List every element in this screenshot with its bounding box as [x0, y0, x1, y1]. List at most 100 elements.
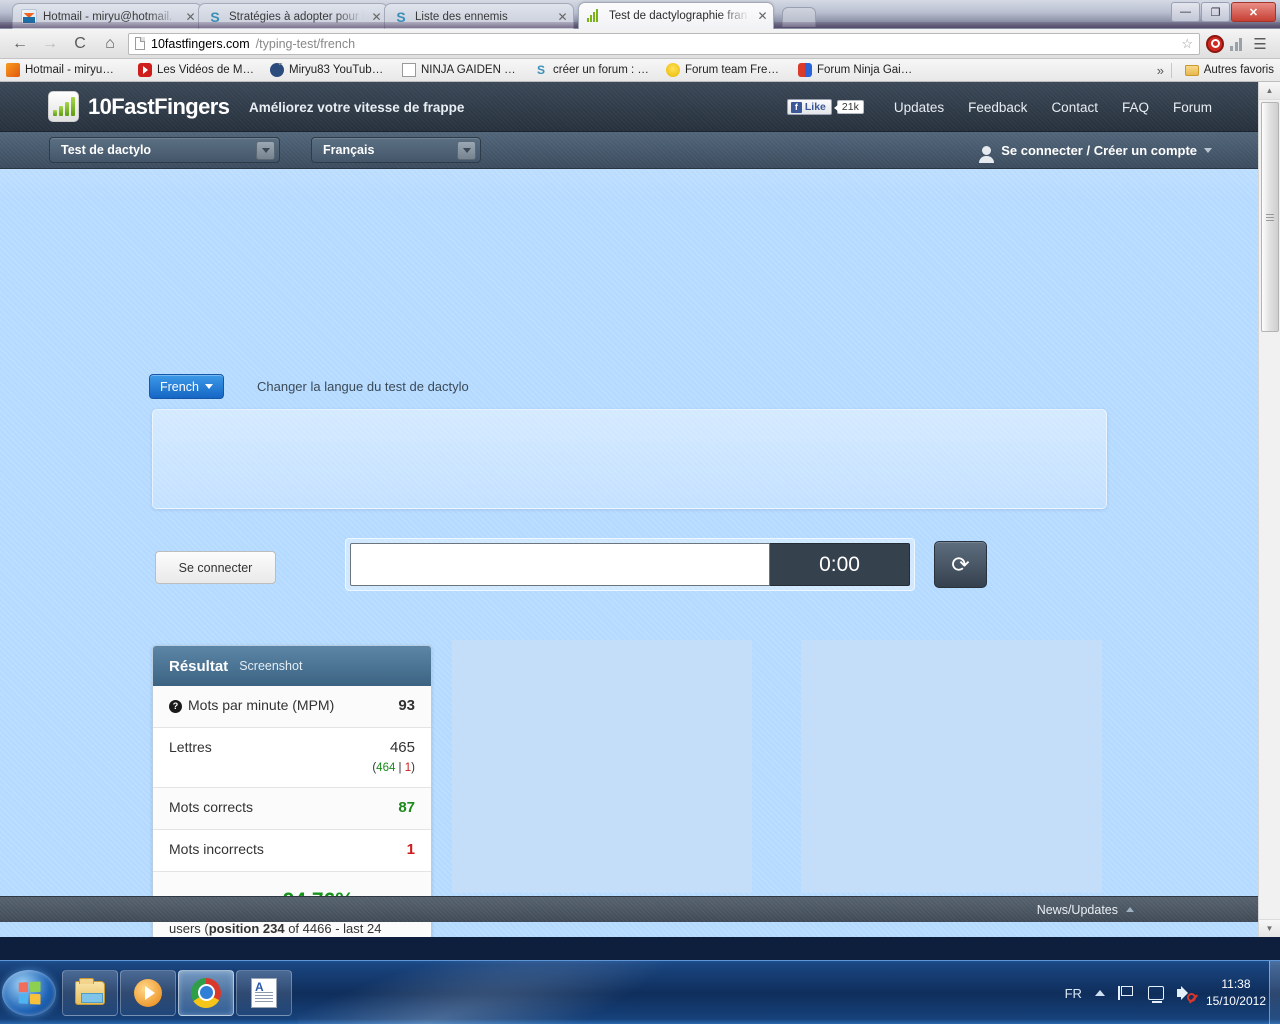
- bookmark-ninja-gaiden-3[interactable]: NINJA GAIDEN 3 | O...: [402, 63, 520, 77]
- extension-bars-icon[interactable]: [1230, 37, 1242, 51]
- close-window-button[interactable]: ✕: [1231, 2, 1276, 22]
- bookmark-star-icon[interactable]: ☆: [1181, 36, 1193, 52]
- result-panel: Résultat Screenshot ? Mots par minute (M…: [152, 645, 432, 937]
- chevron-down-icon[interactable]: [256, 140, 275, 160]
- scrollbar-thumb[interactable]: [1261, 102, 1279, 332]
- forward-icon[interactable]: →: [38, 33, 62, 55]
- hotmail-icon: [21, 8, 37, 25]
- close-icon[interactable]: ✕: [370, 10, 383, 24]
- nav-feedback[interactable]: Feedback: [968, 100, 1027, 115]
- browser-tab-strategies[interactable]: S Stratégies à adopter pour le ✕: [198, 3, 388, 29]
- scroll-down-arrow-icon[interactable]: ▼: [1259, 919, 1280, 937]
- language-select[interactable]: Français: [311, 137, 481, 163]
- address-bar[interactable]: 10fastfingers.com/typing-test/french ☆: [128, 32, 1200, 55]
- wordpad-icon: [251, 977, 277, 1008]
- bookmark-forum-ninja-gaiden[interactable]: Forum Ninja Gaiden...: [798, 63, 916, 77]
- taskbar-item-media-player[interactable]: [120, 969, 176, 1016]
- ad-placeholder-left: [452, 640, 752, 893]
- close-icon[interactable]: ✕: [756, 9, 769, 23]
- typing-input-row: 0:00: [345, 538, 915, 591]
- other-bookmarks-folder[interactable]: Autres favoris: [1184, 64, 1274, 76]
- spiral-icon: S: [536, 63, 545, 77]
- bookmark-miryu83-youtube[interactable]: Miryu83 YouTube St...: [270, 63, 388, 77]
- maximize-button[interactable]: ❐: [1201, 2, 1230, 22]
- language-dropdown-label: French: [160, 379, 199, 394]
- show-hidden-icons-icon[interactable]: [1094, 990, 1105, 996]
- home-icon[interactable]: ⌂: [98, 33, 122, 55]
- result-value: 465 (464 | 1): [372, 739, 415, 777]
- bookmark-forum-team-french[interactable]: Forum team French ...: [666, 63, 784, 77]
- page-scrollbar[interactable]: ▲ ▼: [1258, 82, 1280, 937]
- account-menu[interactable]: Se connecter / Créer un compte: [979, 132, 1212, 169]
- letters-correct: 464: [376, 761, 396, 774]
- chrome-menu-icon[interactable]: ☰: [1248, 33, 1272, 55]
- gamepad-icon: [798, 63, 812, 77]
- facebook-like-widget[interactable]: f Like 21k: [786, 99, 864, 115]
- taskbar-item-wordpad[interactable]: [236, 969, 292, 1016]
- web-page: 10FastFingers Améliorez votre vitesse de…: [0, 82, 1258, 937]
- news-updates-bar[interactable]: News/Updates: [0, 896, 1258, 922]
- chrome-icon: [191, 977, 221, 1008]
- scroll-up-arrow-icon[interactable]: ▲: [1259, 82, 1280, 100]
- chevron-down-icon[interactable]: [457, 140, 476, 160]
- bookmark-hotmail[interactable]: Hotmail - miryu@h...: [6, 63, 124, 77]
- screenshot-link[interactable]: Screenshot: [239, 659, 302, 673]
- restart-test-button[interactable]: ⟳: [934, 541, 987, 588]
- logo-text: 10FastFingers: [88, 93, 230, 119]
- start-button[interactable]: [2, 969, 56, 1016]
- typing-input[interactable]: [350, 543, 770, 586]
- adblock-icon[interactable]: [1206, 34, 1224, 53]
- minimize-button[interactable]: —: [1171, 2, 1200, 22]
- test-mode-select[interactable]: Test de dactylo: [49, 137, 280, 163]
- change-language-text: Changer la langue du test de dactylo: [257, 379, 469, 394]
- login-button[interactable]: Se connecter: [155, 551, 276, 584]
- url-host: 10fastfingers.com: [151, 36, 250, 51]
- reload-icon[interactable]: C: [68, 33, 92, 55]
- site-header: 10FastFingers Améliorez votre vitesse de…: [0, 82, 1258, 132]
- action-center-flag-icon[interactable]: [1117, 986, 1135, 1000]
- back-icon[interactable]: ←: [8, 33, 32, 55]
- facebook-like-button[interactable]: f Like: [786, 99, 832, 115]
- clock[interactable]: 11:38 15/10/2012: [1206, 976, 1266, 1011]
- youtube-icon: [138, 63, 152, 77]
- site-logo[interactable]: 10FastFingers: [48, 91, 230, 122]
- language-value: Français: [323, 143, 375, 157]
- nav-forum[interactable]: Forum: [1173, 100, 1212, 115]
- clock-time: 11:38: [1221, 976, 1251, 991]
- bookmark-videos-miryu[interactable]: Les Vidéos de Miryu...: [138, 63, 256, 77]
- result-label: Lettres: [169, 739, 212, 757]
- bookmarks-overflow-icon[interactable]: »: [1157, 63, 1164, 78]
- taskbar-item-google-chrome[interactable]: [178, 969, 234, 1016]
- document-icon: [402, 63, 416, 77]
- bookmark-label: Les Vidéos de Miryu...: [157, 64, 256, 76]
- clock-date: 15/10/2012: [1205, 994, 1266, 1008]
- taskbar-item-windows-explorer[interactable]: [62, 969, 118, 1016]
- nav-contact[interactable]: Contact: [1051, 100, 1098, 115]
- close-icon[interactable]: ✕: [184, 10, 197, 24]
- result-label: Mots incorrects: [169, 841, 264, 859]
- chevron-down-icon: [1204, 148, 1212, 153]
- windows-icon: [6, 63, 20, 77]
- network-icon[interactable]: [1147, 986, 1164, 1003]
- ranking-position: position 234: [208, 921, 285, 937]
- nav-updates[interactable]: Updates: [894, 100, 944, 115]
- bookmark-creer-un-forum[interactable]: S créer un forum : Nin...: [534, 63, 652, 77]
- volume-muted-icon[interactable]: [1176, 986, 1196, 1002]
- result-value: 93: [398, 697, 415, 714]
- help-icon[interactable]: ?: [169, 700, 182, 713]
- new-tab-button[interactable]: [782, 7, 816, 27]
- browser-tab-typing-test[interactable]: Test de dactylographie fran ✕: [578, 2, 774, 29]
- url-path: /typing-test/french: [255, 36, 356, 51]
- spiral-icon: S: [210, 8, 220, 25]
- close-icon[interactable]: ✕: [556, 10, 569, 24]
- nav-faq[interactable]: FAQ: [1122, 100, 1149, 115]
- browser-tab-ennemis[interactable]: S Liste des ennemis ✕: [384, 3, 574, 29]
- bookmarks-bar: Hotmail - miryu@h... Les Vidéos de Miryu…: [0, 59, 1280, 82]
- browser-tab-hotmail[interactable]: Hotmail - miryu@hotmail. ✕: [12, 3, 202, 29]
- bars-icon: [587, 8, 603, 24]
- show-desktop-button[interactable]: [1269, 961, 1280, 1024]
- input-language-indicator[interactable]: FR: [1065, 986, 1082, 1001]
- tab-title: Stratégies à adopter pour le: [229, 10, 364, 23]
- language-dropdown-button[interactable]: French: [149, 374, 224, 399]
- windows-taskbar: FR 11:38 15/10/2012: [0, 960, 1280, 1024]
